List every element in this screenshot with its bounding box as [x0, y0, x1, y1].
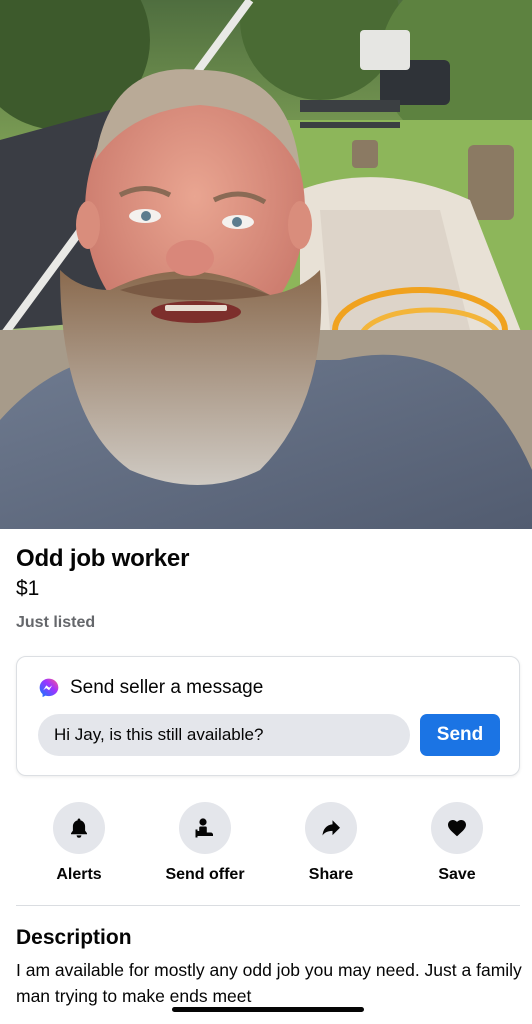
section-divider [16, 905, 520, 906]
listing-photo[interactable] [0, 0, 532, 529]
alerts-icon-circle[interactable] [53, 802, 105, 854]
description-heading: Description [16, 926, 132, 949]
send-offer-label: Send offer [165, 866, 245, 883]
alerts-button[interactable]: Alerts [24, 802, 134, 884]
send-message-heading: Send seller a message [70, 677, 264, 698]
action-row: Alerts Send offer Share Save [0, 802, 532, 892]
bell-icon [71, 818, 87, 838]
share-label: Share [308, 866, 354, 883]
send-offer-button[interactable]: Send offer [150, 802, 260, 884]
offer-icon [195, 818, 213, 838]
share-icon-circle[interactable] [305, 802, 357, 854]
send-offer-icon-circle[interactable] [179, 802, 231, 854]
save-label: Save [438, 866, 476, 883]
share-icon [322, 820, 340, 836]
listing-status: Just listed [16, 614, 96, 631]
listing-photo-illustration [0, 0, 532, 529]
listing-price: $1 [16, 577, 40, 600]
heart-icon [448, 820, 466, 837]
send-message-header: Send seller a message [38, 677, 263, 699]
alerts-label: Alerts [56, 866, 102, 883]
messenger-icon [39, 678, 59, 698]
save-icon-circle[interactable] [431, 802, 483, 854]
home-indicator[interactable] [172, 1007, 364, 1012]
send-message-card: Send seller a message Hi Jay, is this st… [16, 656, 520, 776]
message-input[interactable]: Hi Jay, is this still available? [38, 714, 410, 756]
listing-title: Odd job worker [16, 545, 190, 572]
save-button[interactable]: Save [402, 802, 512, 884]
marketplace-listing-page: Odd job worker $1 Just listed Send selle… [0, 0, 532, 1024]
share-button[interactable]: Share [276, 802, 386, 884]
description-text: I am available for mostly any odd job yo… [16, 960, 522, 1006]
send-button[interactable]: Send [420, 714, 500, 756]
